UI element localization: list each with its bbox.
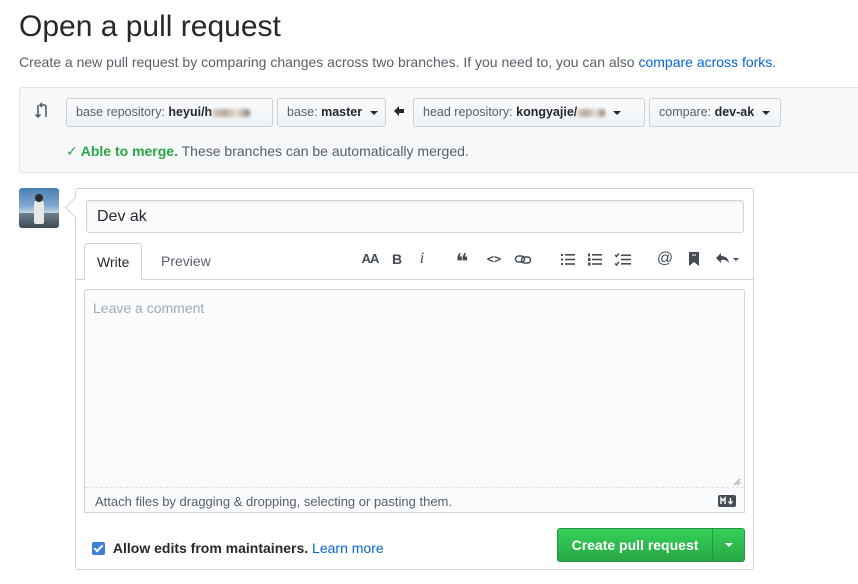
task-list-icon[interactable] [614,249,632,269]
avatar-head [35,194,43,202]
merge-ok-label: Able to merge. [80,143,178,159]
bold-icon[interactable]: B [390,249,404,269]
avatar[interactable] [19,188,59,228]
attach-files-bar[interactable]: Attach files by dragging & dropping, sel… [85,487,744,514]
comment-textarea[interactable] [85,290,744,487]
attach-files-text: Attach files by dragging & dropping, sel… [95,494,452,509]
base-branch-value: master [321,105,363,119]
range-editor: base repository: heyui/h base: master he… [19,87,858,173]
subtitle-text: Create a new pull request by comparing c… [19,54,639,70]
merge-status-text: These branches can be automatically merg… [181,143,469,159]
tab-preview[interactable]: Preview [149,243,223,280]
compare-icon [34,102,47,119]
head-repository-value: kongyajie/ [516,105,578,119]
title-input[interactable] [86,200,744,233]
markdown-icon[interactable] [718,495,736,507]
ordered-list-icon[interactable] [587,249,603,269]
italic-icon[interactable]: i [416,249,428,269]
create-pull-request-button[interactable]: Create pull request [558,529,712,561]
bookmark-icon[interactable] [687,249,701,269]
page-title: Open a pull request [19,10,281,43]
write-area: Attach files by dragging & dropping, sel… [84,289,745,513]
pull-request-form: Write Preview AA B i ❝ <> [75,188,754,570]
compare-branch-label: compare: [659,105,712,119]
tab-write[interactable]: Write [84,243,143,280]
subtitle-period: . [772,54,777,70]
unordered-list-icon[interactable] [560,249,576,269]
chevron-down-icon [761,110,770,115]
create-options-dropdown[interactable] [713,529,744,561]
allow-edits-checkbox[interactable] [92,542,105,555]
compare-branch-value: dev-ak [714,105,755,119]
resize-handle-icon[interactable] [733,478,741,486]
page: Open a pull request Create a new pull re… [0,0,858,584]
compare-across-forks-link[interactable]: compare across forks [638,54,772,70]
check-icon: ✓ [66,143,78,159]
avatar-figure [34,200,44,224]
base-repository-select[interactable]: base repository: heyui/h [66,98,273,127]
allow-edits-label[interactable]: Allow edits from maintainers. [113,540,308,556]
quote-icon[interactable]: ❝ [454,249,470,274]
redacted-blur [577,108,606,117]
link-icon[interactable] [514,249,532,269]
compare-branch-select[interactable]: compare: dev-ak [649,98,781,127]
mention-icon[interactable]: @ [656,249,674,269]
base-branch-label: base: [287,105,318,119]
merge-status: ✓ Able to merge. These branches can be au… [66,143,469,160]
base-branch-select[interactable]: base: master [277,98,386,127]
create-pull-request-button-group: Create pull request [557,528,745,562]
learn-more-link[interactable]: Learn more [312,540,384,556]
head-repository-label: head repository: [423,105,513,119]
header-icon[interactable]: AA [360,249,380,269]
page-subtitle: Create a new pull request by comparing c… [19,54,776,70]
head-repository-select[interactable]: head repository: kongyajie/ [413,98,645,127]
base-repository-label: base repository: [76,105,165,119]
code-icon[interactable]: <> [485,249,503,269]
chevron-down-icon [612,110,621,115]
reply-icon[interactable] [714,249,742,269]
arrow-left-icon [394,106,404,116]
chevron-down-icon [369,110,378,115]
allow-edits-option: Allow edits from maintainers. Learn more [92,540,384,556]
base-repository-value: heyui/h [168,105,213,119]
redacted-blur [212,108,251,117]
